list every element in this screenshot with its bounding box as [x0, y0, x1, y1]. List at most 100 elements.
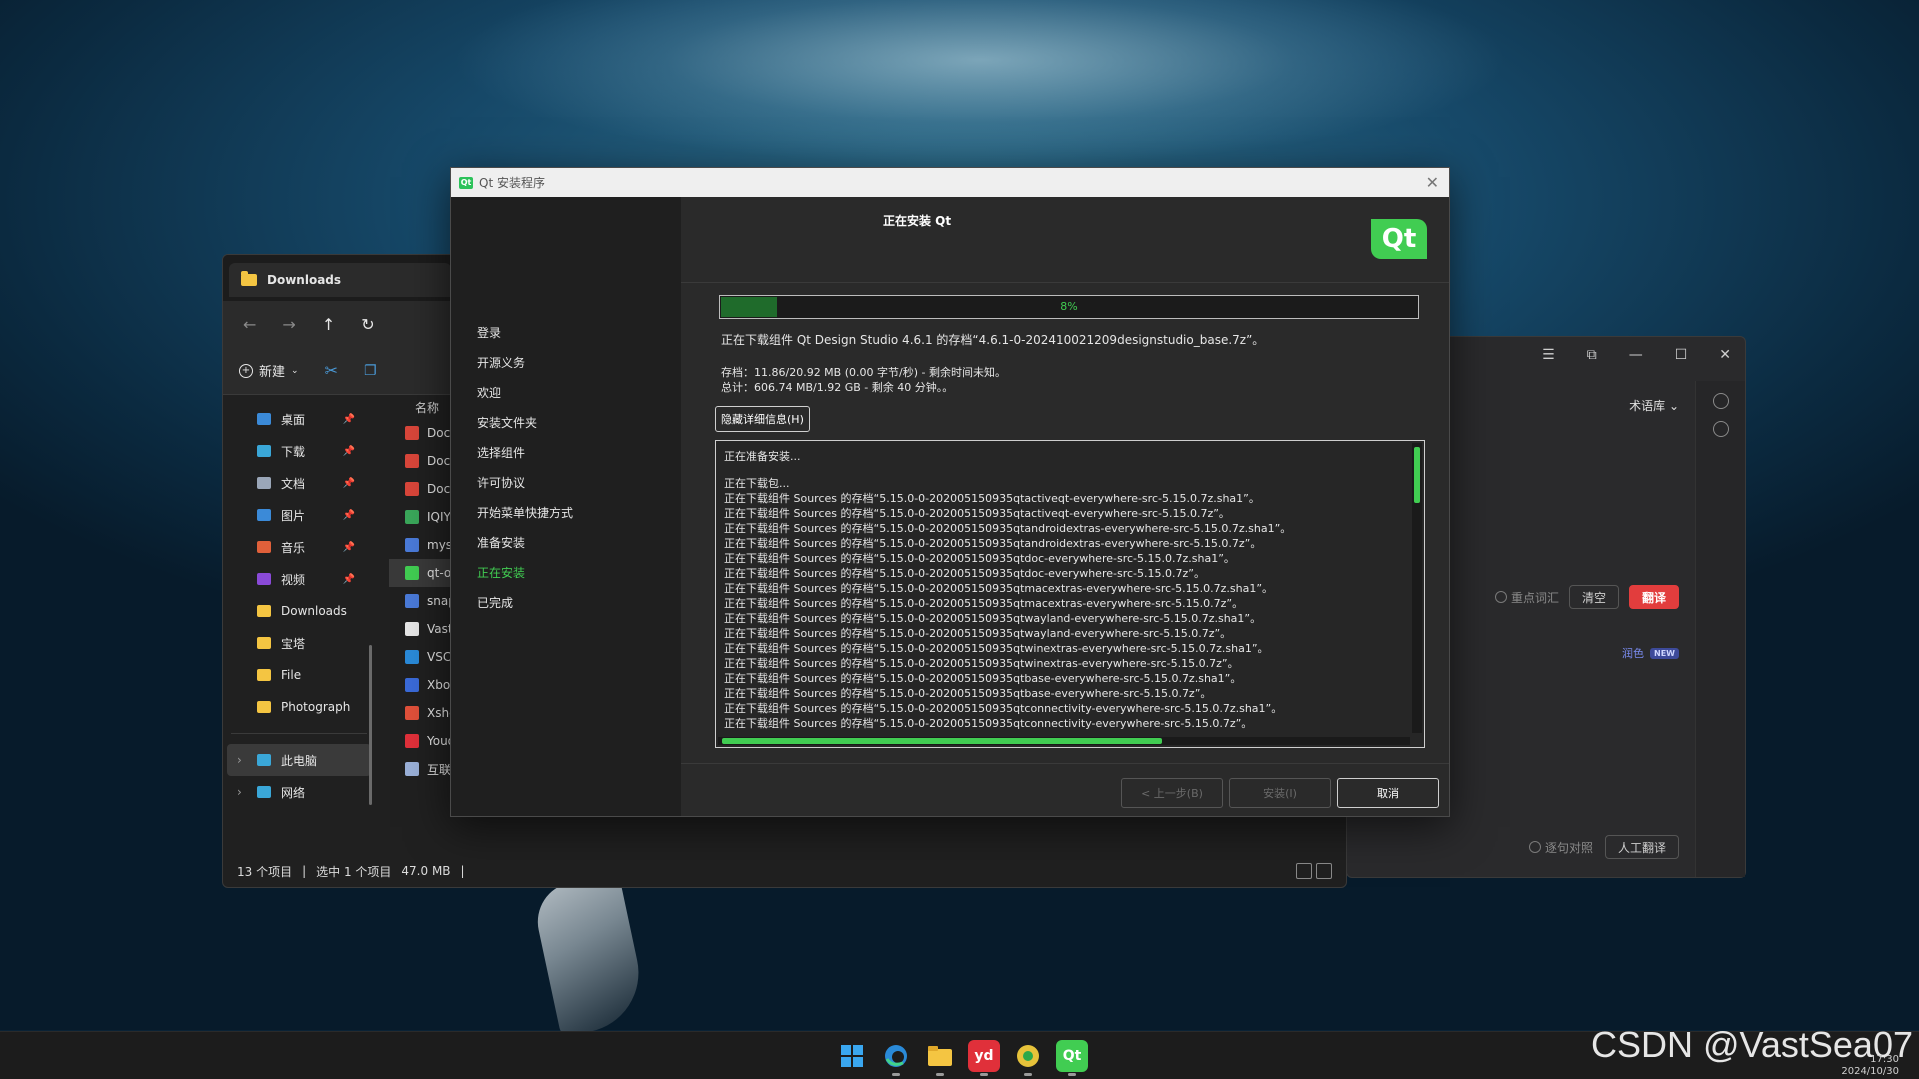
chrome-like-icon[interactable]: [1012, 1040, 1044, 1076]
tiles-view-icon[interactable]: [1316, 863, 1332, 879]
picture-icon: [257, 509, 271, 521]
video-icon: [257, 573, 271, 585]
back-button[interactable]: < 上一步(B): [1121, 778, 1223, 808]
sidebar-item[interactable]: 文档 📌: [223, 467, 375, 499]
sidebar-item[interactable]: 下载 📌: [223, 435, 375, 467]
installer-step: 开始菜单快捷方式: [477, 505, 574, 520]
sidebar-item[interactable]: 视频 📌: [223, 563, 375, 595]
sidebar-item-label: 宝塔: [281, 636, 306, 651]
sidebar-item[interactable]: 图片 📌: [223, 499, 375, 531]
sidebar-item[interactable]: › 网络: [223, 776, 375, 808]
running-indicator: [1068, 1073, 1076, 1076]
up-arrow-icon[interactable]: ↑: [322, 315, 335, 334]
log-line: 正在下载组件 Sources 的存档“5.15.0-0-202005150935…: [724, 687, 1212, 700]
sidebar-item-label: 下载: [281, 444, 306, 459]
start-icon[interactable]: [836, 1040, 868, 1072]
sidebar-item-label: 此电脑: [281, 753, 318, 768]
installer-step: 开源义务: [477, 355, 526, 370]
translate-button[interactable]: 翻译: [1628, 585, 1679, 609]
install-log-lines: 正在准备安装... 正在下载包... 正在下载组件 Sources 的存档“5.15…: [724, 449, 1406, 731]
explorer-tab[interactable]: Downloads: [229, 263, 451, 297]
log-line: 正在下载组件 Sources 的存档“5.15.0-0-202005150935…: [724, 582, 1274, 595]
installer-steps-pane: 登录 开源义务 欢迎 安装文件夹 选择组件 许可协议 开始菜单快捷方式 准备安装 正在安装 已完成: [451, 197, 681, 816]
installer-step: 登录: [477, 325, 502, 340]
sidebar-item-label: 音乐: [281, 540, 306, 555]
edge-icon[interactable]: [880, 1040, 912, 1076]
install-button[interactable]: 安装(I): [1229, 778, 1331, 808]
term-library-dropdown[interactable]: 术语库 ⌄: [1629, 397, 1679, 414]
clear-button[interactable]: 清空: [1568, 585, 1619, 609]
log-line: 正在下载组件 Sources 的存档“5.15.0-0-202005150935…: [724, 627, 1232, 640]
details-view-icon[interactable]: [1296, 863, 1312, 879]
folder-icon: [257, 669, 271, 681]
polish-link[interactable]: 润色 NEW: [1622, 645, 1679, 661]
cut-icon[interactable]: ✂: [325, 361, 338, 380]
pin-icon: 📌: [342, 445, 355, 457]
view-toggle: [1296, 863, 1332, 879]
chevron-right-icon[interactable]: ›: [237, 785, 242, 799]
installer-step: 正在安装: [477, 565, 526, 580]
sidebar-item[interactable]: 桌面 📌: [223, 403, 375, 435]
close-icon[interactable]: ✕: [1719, 347, 1731, 363]
log-horizontal-scrollbar[interactable]: [718, 737, 1410, 745]
polish-label: 润色: [1622, 647, 1645, 660]
scrollbar-thumb[interactable]: [1414, 447, 1420, 503]
refresh-icon[interactable]: ↻: [361, 315, 374, 334]
installer-step: 安装文件夹: [477, 415, 538, 430]
history-icon[interactable]: [1712, 393, 1729, 409]
qt-icon[interactable]: Qt: [1056, 1040, 1088, 1076]
log-line: 正在下载组件 Sources 的存档“5.15.0-0-202005150935…: [724, 597, 1244, 610]
installer-header: 正在安装 Qt Qt: [681, 197, 1449, 283]
forward-arrow-icon[interactable]: →: [282, 315, 295, 334]
key-vocab-radio[interactable]: 重点词汇: [1494, 589, 1559, 606]
sentence-compare-radio[interactable]: 逐句对照: [1528, 839, 1593, 856]
log-line: 正在下载组件 Sources 的存档“5.15.0-0-202005150935…: [724, 552, 1235, 565]
sidebar-item[interactable]: 宝塔: [223, 627, 375, 659]
clock-date: 2024/10/30: [1841, 1066, 1899, 1077]
hide-details-button[interactable]: 隐藏详细信息(H): [715, 406, 810, 432]
installer-step: 许可协议: [477, 475, 526, 490]
pin-icon: 📌: [342, 413, 355, 425]
human-translate-button[interactable]: 人工翻译: [1604, 835, 1679, 859]
scrollbar-thumb[interactable]: [722, 738, 1162, 744]
log-line: 正在下载组件 Sources 的存档“5.15.0-0-202005150935…: [724, 702, 1283, 715]
cancel-button[interactable]: 取消: [1337, 778, 1439, 808]
installer-footer: < 上一步(B) 安装(I) 取消: [681, 763, 1449, 817]
install-progress-bar: 8%: [719, 295, 1419, 319]
item-count: 13 个项目: [237, 864, 293, 879]
total-progress-text: 总计：606.74 MB/1.92 GB - 剩余 40 分钟。。: [721, 381, 954, 394]
sidebar-item[interactable]: File: [223, 659, 375, 691]
sidebar-item[interactable]: Photograph: [223, 691, 375, 723]
copy-icon[interactable]: ❐: [364, 363, 377, 379]
sidebar-item[interactable]: Downloads: [223, 595, 375, 627]
menu-icon[interactable]: ☰: [1542, 347, 1555, 363]
minimize-icon[interactable]: —: [1629, 347, 1643, 363]
sidebar-item-label: 文档: [281, 476, 306, 491]
youdao-icon[interactable]: yd: [968, 1040, 1000, 1076]
installer-step: 选择组件: [477, 445, 526, 460]
new-button[interactable]: + 新建 ⌄: [239, 361, 299, 380]
settings-slider-icon[interactable]: [1712, 421, 1729, 437]
taskbar-clock[interactable]: 17:30 2024/10/30: [1841, 1054, 1899, 1078]
folder-icon: [241, 271, 257, 286]
sidebar-item[interactable]: › 此电脑: [227, 744, 371, 776]
pin-window-icon[interactable]: ⧉: [1587, 347, 1597, 363]
qt-installer-window: Qt Qt 安装程序 ✕ 登录 开源义务 欢迎 安装文件夹 选择组件 许可协议 开始菜单快捷…: [450, 167, 1450, 817]
pdf-icon: [405, 482, 419, 496]
computer-icon: [257, 754, 271, 766]
radio-circle-icon: [1494, 591, 1507, 603]
maximize-icon[interactable]: ☐: [1675, 347, 1688, 363]
back-arrow-icon[interactable]: ←: [243, 315, 256, 334]
taskbar-app-label: yd: [974, 1048, 994, 1064]
log-line: 正在下载组件 Sources 的存档“5.15.0-0-202005150935…: [724, 672, 1242, 685]
qt-icon: [405, 566, 419, 580]
file-explorer-icon[interactable]: [924, 1040, 956, 1076]
folder-icon: [257, 605, 271, 617]
chevron-right-icon[interactable]: ›: [237, 753, 242, 767]
page-title: 正在安装 Qt: [883, 214, 952, 228]
sidebar-item[interactable]: 音乐 📌: [223, 531, 375, 563]
navigation-pane-scrollbar[interactable]: [369, 645, 372, 805]
log-vertical-scrollbar[interactable]: [1412, 443, 1422, 733]
close-icon[interactable]: ✕: [1426, 173, 1439, 192]
installer-window-title: Qt 安装程序: [479, 176, 545, 190]
